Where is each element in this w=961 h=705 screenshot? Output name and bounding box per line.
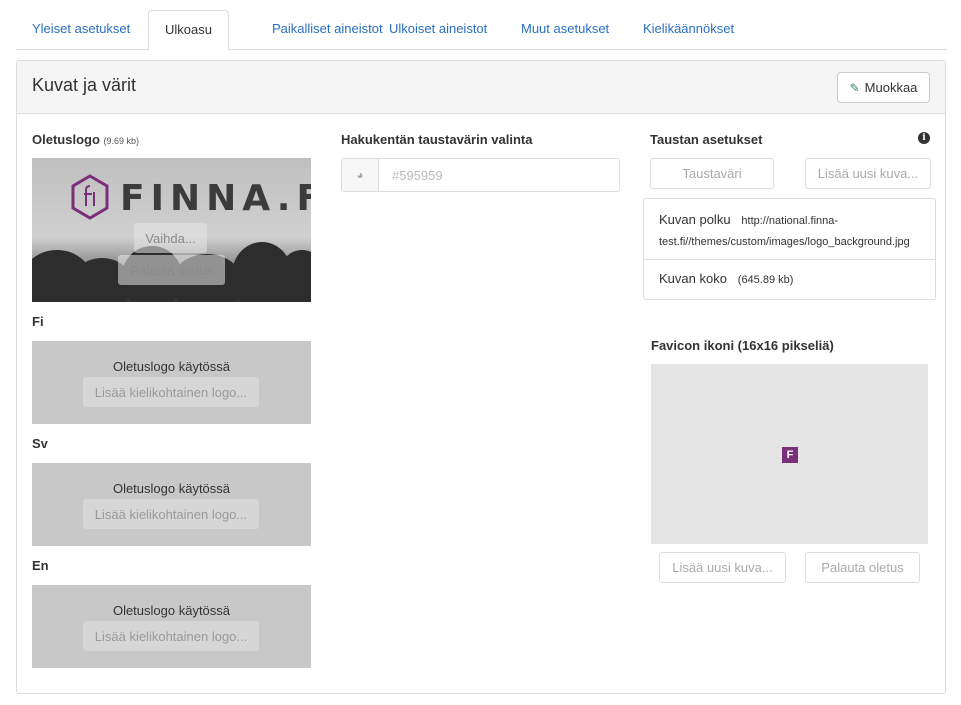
add-favicon-button[interactable]: Lisää uusi kuva... [659,552,786,583]
panel-title: Kuvat ja värit [32,75,137,95]
lang-label-sv: Sv [32,436,48,451]
add-lang-logo-button[interactable]: Lisää kielikohtainen logo... [83,499,259,529]
search-color-value: #595959 [392,168,443,183]
image-path-value-line2: test.fi//themes/custom/images/logo_backg… [659,236,910,248]
add-background-image-button[interactable]: Lisää uusi kuva... [805,158,931,189]
reset-favicon-button[interactable]: Palauta oletus [805,552,920,583]
favicon-icon: F [782,447,798,463]
lang-label-en: En [32,558,49,573]
favicon-preview: F [651,364,928,544]
tab-appearance[interactable]: Ulkoasu [148,10,229,51]
tab-external-collections[interactable]: Ulkoiset aineistot [373,10,503,50]
image-size-row: Kuvan koko (645.89 kb) [659,271,793,288]
background-color-button[interactable]: Taustaväri [650,158,774,189]
pencil-icon: ✎ [849,80,860,95]
add-lang-logo-button[interactable]: Lisää kielikohtainen logo... [83,377,259,407]
change-logo-button[interactable]: Vaihda... [134,223,207,253]
lang-label-fi: Fi [32,314,44,329]
lang-logo-en: Oletuslogo käytössä Lisää kielikohtainen… [32,585,311,668]
edit-button[interactable]: ✎ Muokkaa [837,72,930,103]
lang-logo-fi: Oletuslogo käytössä Lisää kielikohtainen… [32,341,311,424]
background-image-info: Kuvan polku http://national.finna- test.… [643,198,936,300]
lang-logo-status: Oletuslogo käytössä [112,359,231,374]
tab-other-settings[interactable]: Muut asetukset [505,10,625,50]
image-path-value-line1: http://national.finna- [741,215,839,227]
info-icon[interactable]: i [918,132,930,144]
reset-logo-button[interactable]: Palauta oletus [118,255,225,285]
add-lang-logo-button[interactable]: Lisää kielikohtainen logo... [83,621,259,651]
search-color-heading: Hakukentän taustavärin valinta [341,132,533,147]
image-size-key: Kuvan koko [659,271,727,286]
search-color-input[interactable]: ◕ #595959 [341,158,620,192]
background-settings-heading: Taustan asetukset [650,132,763,147]
finna-logo-text: FINNA.FI [120,178,311,219]
tab-general-settings[interactable]: Yleiset asetukset [16,10,146,50]
image-size-value: (645.89 kb) [737,274,794,286]
settings-tabs: Yleiset asetukset Ulkoasu Paikalliset ai… [16,10,947,51]
default-logo-size: (9.69 kb) [103,136,140,146]
default-logo-label: Oletuslogo [32,132,100,147]
finna-logo-icon [71,174,109,220]
tab-translations[interactable]: Kielikäännökset [627,10,750,50]
color-picker-icon[interactable]: ◕ [342,159,379,191]
lang-logo-sv: Oletuslogo käytössä Lisää kielikohtainen… [32,463,311,546]
image-path-key: Kuvan polku [659,212,731,227]
default-logo-heading: Oletuslogo (9.69 kb) [32,132,139,147]
edit-button-label: Muokkaa [864,80,918,95]
lang-logo-status: Oletuslogo käytössä [112,481,231,496]
panel-header: Kuvat ja värit ✎ Muokkaa [17,61,945,114]
default-logo-preview: FINNA.FI Vaihda... Palauta oletus [32,158,311,302]
favicon-heading: Favicon ikoni (16x16 pikseliä) [651,338,834,353]
image-path-row: Kuvan polku http://national.finna- test.… [644,199,935,260]
lang-logo-status: Oletuslogo käytössä [112,603,231,618]
